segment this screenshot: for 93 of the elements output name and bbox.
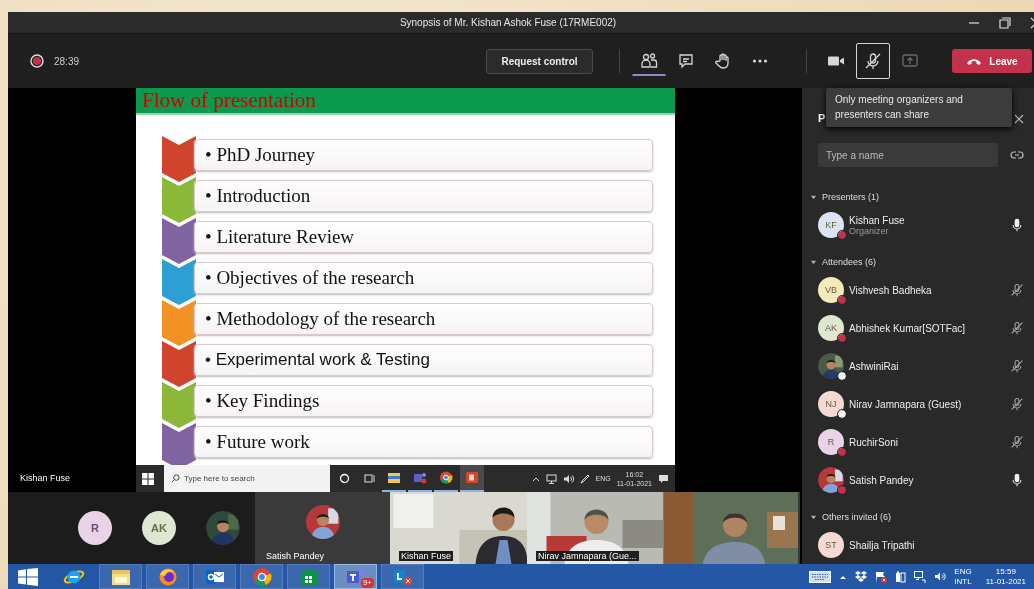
agenda-item: • Literature Review <box>194 221 653 253</box>
agenda-item: • Introduction <box>194 180 653 212</box>
keyboard-icon[interactable] <box>809 570 832 583</box>
participant-avatar[interactable]: R <box>78 511 112 545</box>
restore-icon[interactable] <box>999 16 1011 29</box>
panel-title: P <box>818 112 826 124</box>
mic-off-icon[interactable] <box>1010 397 1024 411</box>
participant-role: Organizer <box>849 225 890 236</box>
participant-avatar: R <box>818 429 844 455</box>
section-header[interactable]: Attendees (6) <box>822 257 877 267</box>
battery-icon[interactable] <box>895 570 907 583</box>
participant-name: Abhishek Kumar[SOTFac] <box>849 322 967 334</box>
phone-icon <box>966 56 983 66</box>
mic-off-icon[interactable] <box>1010 283 1024 297</box>
caret-icon[interactable] <box>810 513 817 521</box>
windows-start-icon[interactable] <box>142 472 154 485</box>
taskbar-button[interactable] <box>381 564 424 589</box>
participant-name: Nirav Jamnapara (Guest) <box>849 398 963 410</box>
notification-icon[interactable] <box>658 473 669 484</box>
keyboard-layout[interactable]: INTL <box>954 576 972 587</box>
participant-name: Satish Pandey <box>265 551 326 561</box>
agenda-item: • Methodology of the research <box>194 303 653 335</box>
section-header[interactable]: Presenters (1) <box>822 192 880 202</box>
mic-off-icon[interactable] <box>1010 359 1024 373</box>
participant-name: RuchirSoni <box>849 436 899 448</box>
cortana-icon[interactable] <box>339 473 350 484</box>
caret-icon[interactable] <box>810 193 817 201</box>
windows-start-icon[interactable] <box>18 567 38 586</box>
request-control-button[interactable]: Request control <box>486 48 593 74</box>
slide-title: Flow of presentation <box>142 88 316 113</box>
chat-icon <box>677 52 695 70</box>
hand-icon <box>714 52 732 70</box>
powerpoint-icon[interactable] <box>460 465 484 492</box>
people-icon <box>640 51 658 70</box>
agenda-item: • Key Findings <box>194 385 653 417</box>
caret-icon[interactable] <box>839 573 848 580</box>
tooltip: Only meeting organizers and presenters can share <box>826 88 1012 127</box>
volume-icon[interactable] <box>934 571 947 582</box>
pen-icon[interactable] <box>579 473 590 484</box>
participant-name: Vishvesh Badheka <box>849 284 933 296</box>
search-icon <box>171 474 180 483</box>
mic-off-button[interactable] <box>856 43 890 79</box>
volume-icon[interactable] <box>562 473 574 484</box>
microphone-icon[interactable] <box>1010 218 1024 232</box>
leave-button[interactable]: Leave <box>952 49 1032 73</box>
participant-name: Satish Pandey <box>849 474 915 486</box>
chrome-icon <box>250 566 273 587</box>
agenda-item: • Experimental work & Testing <box>194 344 653 376</box>
dropbox-icon[interactable] <box>855 571 868 582</box>
clock-date: 11-01-2021 <box>985 576 1026 587</box>
taskbar-button[interactable] <box>146 564 189 589</box>
participant-avatar: ST <box>818 532 844 558</box>
task-view-icon[interactable] <box>364 473 375 484</box>
participant-avatar: KF <box>818 212 844 238</box>
taskbar-button[interactable] <box>99 564 142 589</box>
clock-time: 15:59 <box>995 566 1016 577</box>
participant-name: Nirav Jamnapara (Gue... <box>536 551 639 561</box>
taskbar-button[interactable] <box>240 564 283 589</box>
notification-badge: 9+ <box>360 578 374 588</box>
language-indicator[interactable]: ENG <box>954 566 972 577</box>
share-screen-icon <box>901 52 919 70</box>
caret-icon[interactable] <box>810 258 817 266</box>
caret-icon[interactable] <box>531 475 540 482</box>
agenda-item: • PhD Journey <box>194 139 653 171</box>
participant-name: Kishan Fuse <box>399 551 454 561</box>
participant-name: Shailja Tripathi <box>849 539 916 551</box>
participant-name: AshwiniRai <box>849 360 900 372</box>
mic-off-icon <box>864 52 882 70</box>
taskbar-button[interactable] <box>193 564 236 589</box>
mic-off-icon[interactable] <box>1010 435 1024 449</box>
agenda-item: • Objectives of the research <box>194 262 653 294</box>
presenter-name: Kishan Fuse <box>20 473 71 483</box>
taskbar-button[interactable] <box>287 564 330 589</box>
search-field[interactable]: Type here to search <box>164 465 330 492</box>
participant-name: Kishan Fuse <box>849 214 906 226</box>
network-icon[interactable] <box>914 570 927 583</box>
microphone-icon[interactable] <box>1010 473 1024 487</box>
participant-avatar: VB <box>818 277 844 303</box>
taskbar-button[interactable]: 9+ <box>334 564 377 589</box>
network-icon[interactable] <box>545 473 557 484</box>
more-icon <box>752 59 768 63</box>
meeting-timer: 28:39 <box>54 55 80 67</box>
participant-avatar[interactable]: AK <box>142 511 176 545</box>
participant-avatar: AK <box>818 315 844 341</box>
link-icon[interactable] <box>1010 150 1024 160</box>
close-icon[interactable] <box>1014 114 1024 124</box>
section-header[interactable]: Others invited (6) <box>822 512 892 522</box>
flag-icon[interactable] <box>875 570 888 583</box>
agenda-item: • Future work <box>194 426 653 458</box>
participant-avatar: NJ <box>818 391 844 417</box>
search-field[interactable]: Type a name <box>818 143 998 167</box>
window-title: Synopsis of Mr. Kishan Ashok Fuse (17RME002) <box>398 17 618 28</box>
mic-off-icon[interactable] <box>1010 321 1024 335</box>
